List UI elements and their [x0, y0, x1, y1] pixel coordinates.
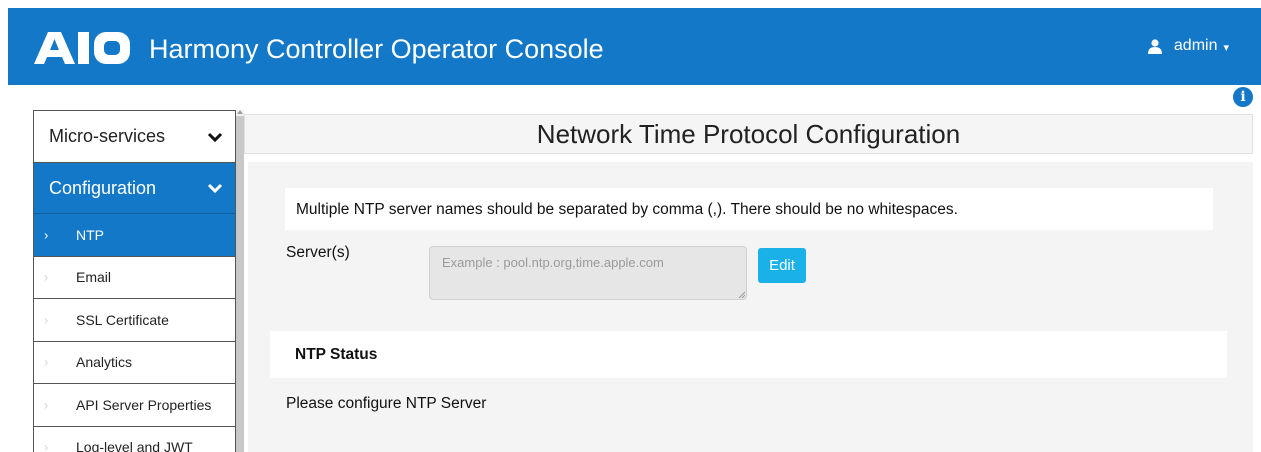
page-title: Network Time Protocol Configuration — [244, 114, 1253, 154]
sidebar-item-analytics[interactable]: › Analytics — [34, 342, 235, 384]
sidebar-item-label: Analytics — [76, 354, 133, 371]
chevron-right-icon: › — [44, 269, 49, 285]
app-title: Harmony Controller Operator Console — [149, 34, 604, 64]
chevron-down-icon — [207, 183, 223, 194]
sidebar-item-label: Log-level and JWT — [76, 439, 193, 452]
sidebar-section-label: Configuration — [49, 177, 157, 198]
server-label: Server(s) — [286, 244, 350, 261]
resize-grip-icon[interactable] — [738, 291, 745, 298]
sidebar-item-label: Email — [76, 269, 112, 286]
sidebar-section-label: Micro-services — [49, 126, 166, 146]
edit-button[interactable]: Edit — [758, 248, 806, 283]
user-icon — [1147, 38, 1162, 54]
sidebar-section-configuration[interactable]: Configuration — [34, 163, 235, 214]
chevron-right-icon: › — [44, 354, 49, 370]
sidebar-item-label: NTP — [76, 226, 104, 243]
ntp-status-message: Please configure NTP Server — [286, 395, 487, 412]
chevron-right-icon: › — [44, 227, 49, 243]
sidebar-item-log-level-and-jwt[interactable]: › Log-level and JWT — [34, 427, 235, 452]
user-menu[interactable]: admin ▾ — [1147, 37, 1229, 55]
caret-down-icon: ▾ — [1223, 41, 1229, 54]
ntp-notice: Multiple NTP server names should be sepa… — [285, 188, 1213, 230]
sidebar-item-email[interactable]: › Email — [34, 257, 235, 299]
scroll-up-arrow-icon[interactable] — [237, 110, 243, 114]
a10-logo — [34, 32, 130, 64]
scrollbar-thumb[interactable] — [236, 116, 244, 452]
sidebar-item-ntp[interactable]: › NTP — [34, 214, 235, 257]
user-name: admin — [1173, 37, 1218, 54]
sidebar-section-micro-services[interactable]: Micro-services — [34, 111, 235, 163]
top-navbar: Harmony Controller Operator Console admi… — [8, 8, 1261, 85]
sidebar-item-ssl-certificate[interactable]: › SSL Certificate — [34, 299, 235, 342]
chevron-down-icon — [207, 132, 223, 142]
chevron-right-icon: › — [44, 397, 49, 413]
ntp-status-heading: NTP Status — [270, 331, 1227, 378]
info-icon[interactable]: i — [1233, 87, 1253, 107]
sidebar-scrollbar[interactable] — [236, 110, 244, 452]
sidebar: Micro-services Configuration › NTP › Ema… — [33, 110, 236, 452]
sidebar-item-label: API Server Properties — [76, 396, 212, 413]
server-input[interactable] — [429, 246, 747, 300]
chevron-right-icon: › — [44, 439, 49, 452]
chevron-right-icon: › — [44, 312, 49, 328]
sidebar-item-api-server-properties[interactable]: › API Server Properties — [34, 384, 235, 427]
sidebar-item-label: SSL Certificate — [76, 311, 169, 328]
